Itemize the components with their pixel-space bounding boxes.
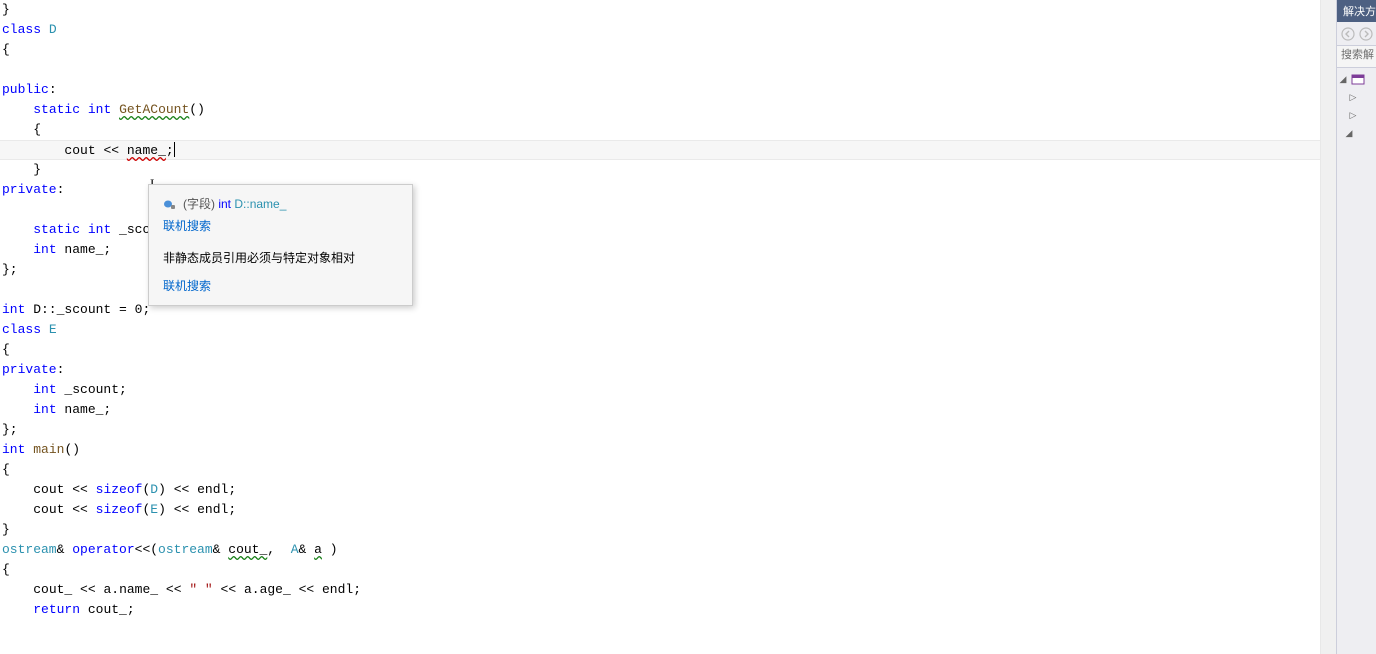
solution-icon [1351, 72, 1365, 86]
code-line[interactable]: static int GetACount() [0, 100, 1320, 120]
panel-toolbar [1337, 22, 1376, 46]
code-line[interactable]: } [0, 0, 1320, 20]
expand-arrow-icon[interactable]: ◢ [1337, 74, 1349, 85]
solution-tree[interactable]: ◢ ▷ ▷ ◢ [1337, 68, 1376, 144]
code-line[interactable]: }; [0, 420, 1320, 440]
panel-title: 解决方 [1337, 0, 1376, 22]
code-line[interactable]: cout_ << a.name_ << " " << a.age_ << end… [0, 580, 1320, 600]
code-line[interactable]: { [0, 460, 1320, 480]
code-line[interactable]: } [0, 520, 1320, 540]
expand-arrow-icon[interactable]: ◢ [1343, 128, 1355, 139]
code-line[interactable]: class D [0, 20, 1320, 40]
tooltip-search-link[interactable]: 联机搜索 [163, 275, 398, 297]
expand-arrow-icon[interactable]: ▷ [1347, 110, 1359, 121]
code-line-active[interactable]: cout << name_; [0, 140, 1320, 160]
tree-row[interactable]: ◢ [1337, 124, 1376, 142]
text-cursor [174, 142, 175, 157]
nav-forward-button[interactable] [1359, 26, 1373, 42]
code-line[interactable]: { [0, 560, 1320, 580]
code-line[interactable]: ostream& operator<<(ostream& cout_, A& a… [0, 540, 1320, 560]
code-line[interactable]: class E [0, 320, 1320, 340]
code-line[interactable]: cout << sizeof(D) << endl; [0, 480, 1320, 500]
code-line[interactable]: { [0, 340, 1320, 360]
code-editor[interactable]: } class D { public: static int GetACount… [0, 0, 1320, 654]
nav-back-button[interactable] [1341, 26, 1355, 42]
code-line[interactable]: int name_; [0, 400, 1320, 420]
code-line[interactable]: public: [0, 80, 1320, 100]
code-line[interactable] [0, 60, 1320, 80]
code-line[interactable]: } [0, 160, 1320, 180]
error-identifier: name_ [127, 143, 166, 158]
tooltip-search-link[interactable]: 联机搜索 [163, 215, 398, 237]
tree-row[interactable]: ▷ [1337, 88, 1376, 106]
intellisense-tooltip: (字段) int D::name_ 联机搜索 非静态成员引用必须与特定对象相对 … [148, 184, 413, 306]
solution-search-input[interactable]: 搜索解 [1337, 46, 1376, 68]
code-line[interactable]: { [0, 120, 1320, 140]
tree-row[interactable]: ▷ [1337, 106, 1376, 124]
tooltip-error-message: 非静态成员引用必须与特定对象相对 [163, 247, 398, 269]
field-icon [163, 198, 177, 210]
expand-arrow-icon[interactable]: ▷ [1347, 92, 1359, 103]
code-line[interactable]: { [0, 40, 1320, 60]
vertical-scrollbar[interactable] [1320, 0, 1336, 654]
tree-row[interactable]: ◢ [1337, 70, 1376, 88]
code-line[interactable]: int main() [0, 440, 1320, 460]
code-line[interactable]: cout << sizeof(E) << endl; [0, 500, 1320, 520]
tooltip-field-label: (字段) [183, 197, 215, 211]
code-line[interactable]: int _scount; [0, 380, 1320, 400]
solution-explorer-panel: 解决方 搜索解 ◢ ▷ ▷ ◢ [1336, 0, 1376, 654]
code-line[interactable]: return cout_; [0, 600, 1320, 620]
code-line[interactable]: private: [0, 360, 1320, 380]
